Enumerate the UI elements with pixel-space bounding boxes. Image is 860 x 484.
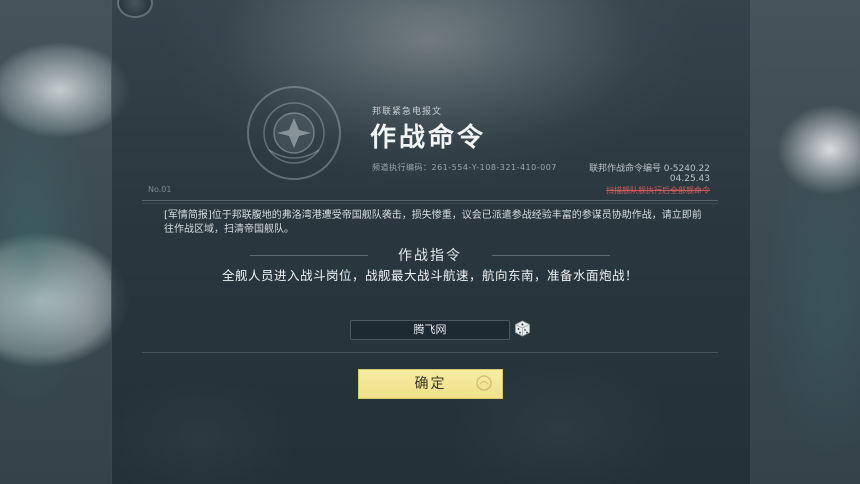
divider-bottom xyxy=(142,352,718,353)
directive-line-left xyxy=(250,255,368,256)
frequency-code: 频道执行编码：261-554-Y-108-321-410-007 xyxy=(372,163,557,172)
struck-note: 扫描舰队舰执行后全部舰命令 xyxy=(606,186,710,195)
cloud-icon xyxy=(474,374,494,392)
directive-header: 作战指令 xyxy=(398,248,462,264)
commander-name-field[interactable]: 腾飞网 xyxy=(350,320,510,340)
map-right-coast xyxy=(748,0,860,484)
map-left-coast xyxy=(0,0,112,484)
briefing-text: [军情简报]位于邦联腹地的弗洛湾港遭受帝国舰队袭击，损失惨重，议会已派遣参战经验… xyxy=(164,210,702,235)
directive-line-right xyxy=(492,255,610,256)
serial-mark: No.01 xyxy=(148,185,172,194)
order-number: 联邦作战命令编号 0-5240.22 xyxy=(588,164,710,174)
directive-text: 全舰人员进入战斗岗位，战舰最大战斗航速，航向东南，准备水面炮战！ xyxy=(221,268,638,283)
page-title: 作战命令 xyxy=(370,123,487,153)
order-panel xyxy=(111,0,751,484)
divider-top xyxy=(142,200,718,201)
telegram-subtitle: 邦联紧急电报文 xyxy=(372,107,443,117)
divider-top-secondary xyxy=(142,203,718,204)
dice-icon[interactable] xyxy=(514,320,531,337)
order-time: 04.25.43 xyxy=(669,174,710,184)
emblem-seal xyxy=(247,86,341,180)
